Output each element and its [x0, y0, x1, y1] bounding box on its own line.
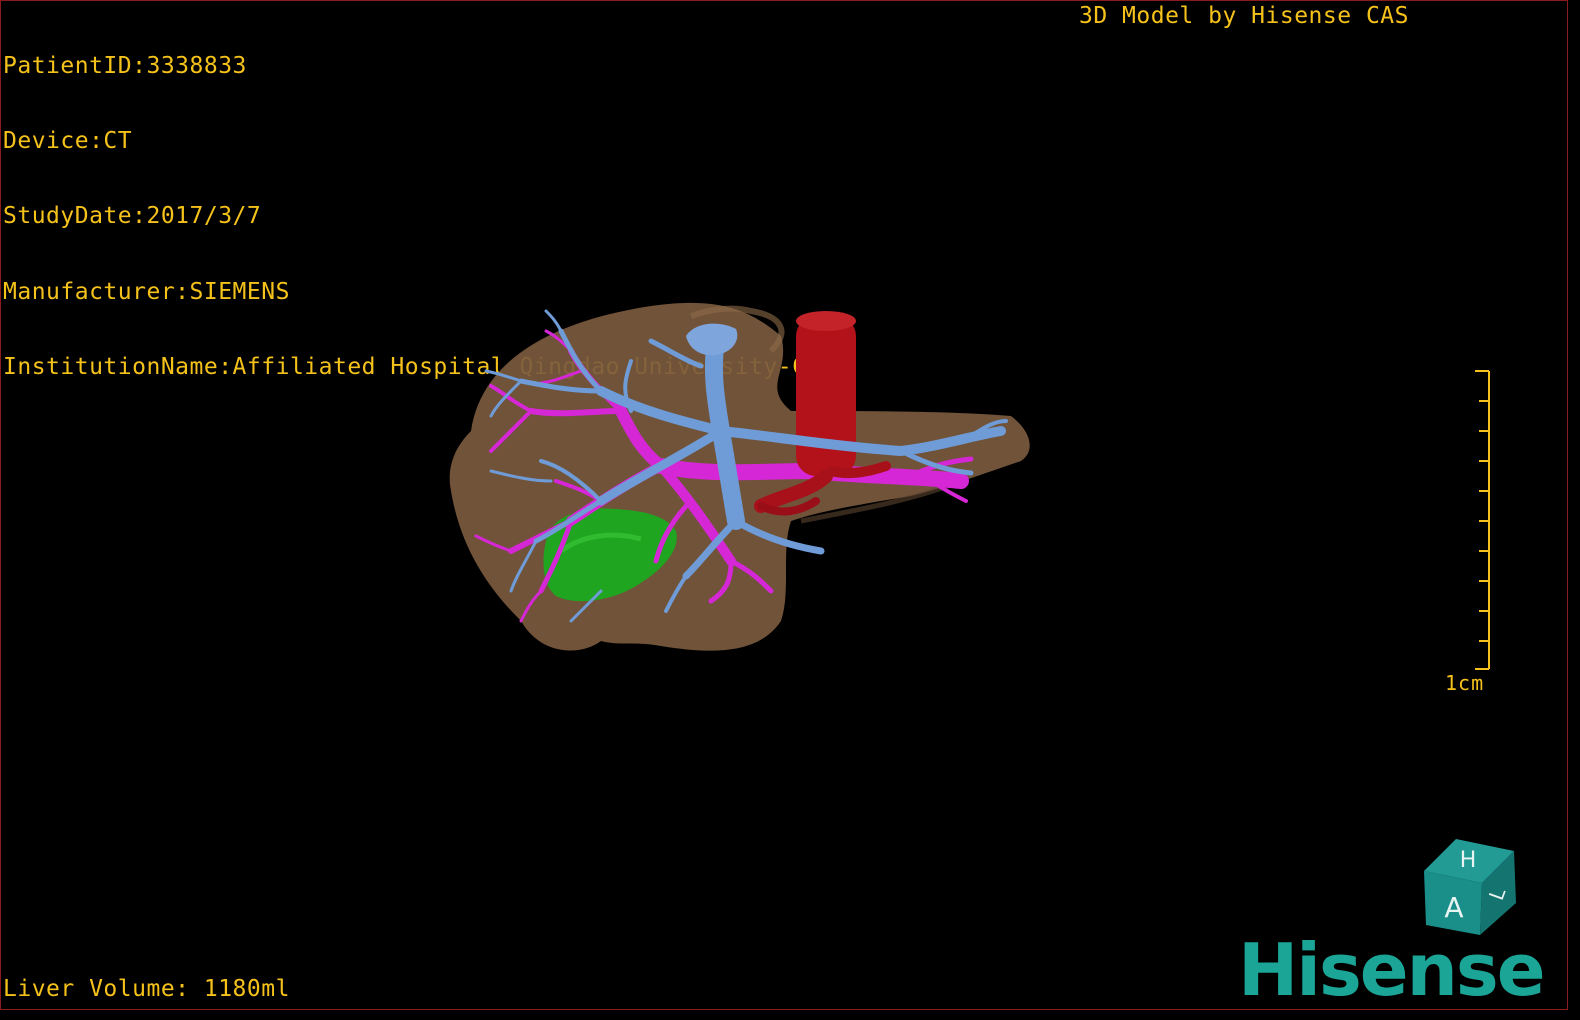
study-date-text: StudyDate:2017/3/7 — [3, 203, 262, 230]
liver-3d-model[interactable] — [431, 291, 1051, 671]
device-text: Device:CT — [3, 128, 133, 155]
cube-top-label: H — [1460, 848, 1477, 873]
liver-volume-text: Liver Volume: 1180ml — [3, 976, 290, 1002]
render-viewport[interactable]: PatientID:3338833 Device:CT StudyDate:20… — [0, 0, 1568, 1010]
scale-label: 1cm — [1445, 671, 1485, 695]
model-credit-text: 3D Model by Hisense CAS — [1079, 3, 1409, 29]
scale-bar — [1475, 370, 1490, 670]
cube-front-label: A — [1444, 891, 1463, 924]
orientation-cube-icon[interactable]: H A L — [1416, 833, 1526, 938]
hisense-logo: Hisense — [1238, 928, 1546, 1012]
patient-id-text: PatientID:3338833 — [3, 53, 247, 79]
